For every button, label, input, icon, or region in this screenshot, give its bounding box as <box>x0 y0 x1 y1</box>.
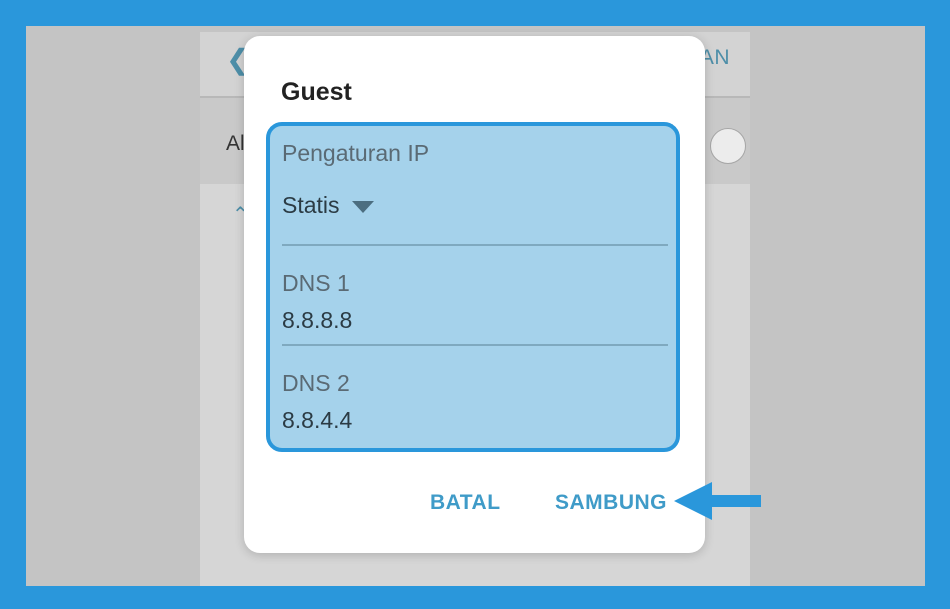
dialog-title: Guest <box>281 78 352 106</box>
field-divider <box>282 244 668 246</box>
highlight-box: Pengaturan IP Statis DNS 1 8.8.8.8 DNS 2… <box>266 122 680 452</box>
ip-settings-dropdown[interactable]: Statis <box>282 192 374 219</box>
pointer-arrow-icon <box>674 482 761 520</box>
ip-settings-label: Pengaturan IP <box>282 140 430 166</box>
ip-settings-value: Statis <box>282 192 340 218</box>
dns2-label: DNS 2 <box>282 370 350 396</box>
connect-button[interactable]: SAMBUNG <box>555 491 667 515</box>
network-dialog: Guest Pengaturan IP Statis DNS 1 8.8.8.8… <box>244 36 705 553</box>
dropdown-arrow-icon <box>351 200 374 213</box>
field-divider <box>282 344 668 346</box>
dns1-input[interactable]: 8.8.8.8 <box>282 307 352 334</box>
toggle-switch[interactable] <box>710 128 746 164</box>
cancel-button[interactable]: BATAL <box>430 491 501 515</box>
dns1-label: DNS 1 <box>282 270 350 296</box>
dns2-input[interactable]: 8.8.4.4 <box>282 407 352 434</box>
background-row-label: Al <box>226 132 245 155</box>
